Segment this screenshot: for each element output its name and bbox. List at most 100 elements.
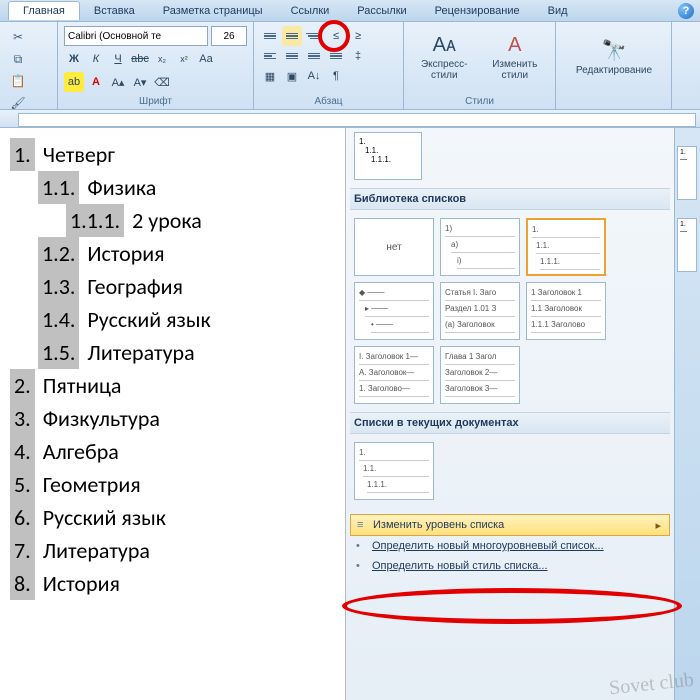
list-number: 1.: [10, 138, 35, 171]
document-pane[interactable]: 1.Четверг1.1.Физика1.1.1.2 урока1.2.Исто…: [0, 128, 345, 700]
font-size-select[interactable]: 26: [211, 26, 247, 46]
tab-home[interactable]: Главная: [8, 1, 80, 20]
right-scroll-strip[interactable]: 1.— 1.—: [674, 128, 700, 700]
ruler[interactable]: 1234567891011: [0, 110, 700, 128]
subscript-button[interactable]: x₂: [152, 49, 172, 69]
list-item[interactable]: 1.3.География: [38, 270, 335, 303]
list-text: Русский язык: [87, 303, 210, 336]
list-library-title: Библиотека списков: [350, 188, 670, 210]
clear-format-button[interactable]: ⌫: [152, 72, 172, 92]
list-number: 1.4.: [38, 303, 79, 336]
list-item[interactable]: 1.1.Физика: [38, 171, 335, 204]
superscript-button[interactable]: x²: [174, 49, 194, 69]
shading-button[interactable]: ▦: [260, 66, 280, 86]
current-list-preview[interactable]: 1. 1.1. 1.1.1.: [354, 132, 422, 180]
list-number: 3.: [10, 402, 35, 435]
list-tile-3[interactable]: 1. 1.1. 1.1.1.: [526, 218, 606, 276]
multilevel-list-button[interactable]: [304, 26, 324, 46]
change-case-button[interactable]: Aa: [196, 49, 216, 69]
tab-mail[interactable]: Рассылки: [343, 2, 420, 20]
editing-button[interactable]: 🔭 Редактирование: [562, 26, 666, 86]
workarea: 1.Четверг1.1.Физика1.1.1.2 урока1.2.Исто…: [0, 128, 700, 700]
bold-button[interactable]: Ж: [64, 49, 84, 69]
menu-define-new-style[interactable]: Определить новый стиль списка...: [350, 556, 670, 576]
underline-button[interactable]: Ч: [108, 49, 128, 69]
paste-icon[interactable]: 📋: [7, 71, 29, 91]
decrease-indent-button[interactable]: ≤: [326, 26, 346, 46]
change-styles-button[interactable]: A Изменить стили: [481, 26, 550, 86]
tab-review[interactable]: Рецензирование: [421, 2, 534, 20]
list-item[interactable]: 5.Геометрия: [10, 468, 335, 501]
show-marks-button[interactable]: ¶: [326, 66, 346, 86]
rightstrip-preview-1: 1.—: [677, 146, 697, 200]
help-icon[interactable]: ?: [678, 3, 694, 19]
list-number: 4.: [10, 435, 35, 468]
highlight-button[interactable]: ab: [64, 72, 84, 92]
list-item[interactable]: 1.Четверг: [10, 138, 335, 171]
gallery-menu: Изменить уровень списка Определить новый…: [350, 514, 670, 576]
list-number: 6.: [10, 501, 35, 534]
list-text: Пятница: [43, 369, 122, 402]
list-item[interactable]: 8.История: [10, 567, 335, 600]
tab-insert[interactable]: Вставка: [80, 2, 149, 20]
list-tile-current[interactable]: 1. 1.1. 1.1.1.: [354, 442, 434, 500]
list-tile-none[interactable]: нет: [354, 218, 434, 276]
list-item[interactable]: 2.Пятница: [10, 369, 335, 402]
list-tile-8[interactable]: Глава 1 Загол Заголовок 2— Заголовок 3—: [440, 346, 520, 404]
copy-icon[interactable]: ⧉: [7, 49, 29, 69]
list-number: 8.: [10, 567, 35, 600]
list-tile-5[interactable]: Статья I. Заго Раздел 1.01 З (a) Заголов…: [440, 282, 520, 340]
list-number: 5.: [10, 468, 35, 501]
tab-refs[interactable]: Ссылки: [277, 2, 344, 20]
list-tile-4[interactable]: ◆ ───▸ ───• ───: [354, 282, 434, 340]
sort-button[interactable]: A↓: [304, 66, 324, 86]
align-right-button[interactable]: [304, 46, 324, 66]
bullets-button[interactable]: [260, 26, 280, 46]
font-color-button[interactable]: A: [86, 72, 106, 92]
italic-button[interactable]: К: [86, 49, 106, 69]
list-item[interactable]: 6.Русский язык: [10, 501, 335, 534]
menu-change-list-level[interactable]: Изменить уровень списка: [350, 514, 670, 536]
paragraph-group: ≤ ≥ ‡ ▦ ▣ A↓ ¶ Абзац: [254, 22, 404, 109]
list-text: Геометрия: [43, 468, 141, 501]
annotation-oval-change-level: [342, 588, 682, 624]
list-item[interactable]: 4.Алгебра: [10, 435, 335, 468]
strike-button[interactable]: abc: [130, 49, 150, 69]
tab-view[interactable]: Вид: [534, 2, 582, 20]
list-number: 1.5.: [38, 336, 79, 369]
find-icon: 🔭: [602, 37, 627, 65]
list-text: Четверг: [43, 138, 115, 171]
change-styles-icon: A: [508, 31, 521, 59]
list-number: 1.1.: [38, 171, 79, 204]
current-docs-title: Списки в текущих документах: [350, 412, 670, 434]
list-item[interactable]: 1.4.Русский язык: [38, 303, 335, 336]
list-item[interactable]: 1.2.История: [38, 237, 335, 270]
increase-indent-button[interactable]: ≥: [348, 26, 368, 46]
list-item[interactable]: 1.5.Литература: [38, 336, 335, 369]
list-tile-7[interactable]: I. Заголовок 1— A. Заголовок— 1. Заголов…: [354, 346, 434, 404]
list-text: Физика: [87, 171, 156, 204]
list-number: 1.2.: [38, 237, 79, 270]
quick-styles-button[interactable]: Aᴀ Экспресс-стили: [410, 26, 479, 86]
menu-define-new-list[interactable]: Определить новый многоуровневый список..…: [350, 536, 670, 556]
font-name-select[interactable]: Calibri (Основной те: [64, 26, 208, 46]
list-item[interactable]: 1.1.1.2 урока: [66, 204, 335, 237]
editing-group-label: [562, 94, 665, 107]
list-text: Физкультура: [43, 402, 160, 435]
list-tile-2[interactable]: 1) a) i): [440, 218, 520, 276]
cut-icon[interactable]: ✂: [7, 27, 29, 47]
grow-font-button[interactable]: A▴: [108, 72, 128, 92]
align-left-button[interactable]: [260, 46, 280, 66]
list-number: 2.: [10, 369, 35, 402]
borders-button[interactable]: ▣: [282, 66, 302, 86]
line-spacing-button[interactable]: ‡: [348, 46, 368, 66]
list-number: 1.3.: [38, 270, 79, 303]
shrink-font-button[interactable]: A▾: [130, 72, 150, 92]
tab-layout[interactable]: Разметка страницы: [149, 2, 277, 20]
list-item[interactable]: 3.Физкультура: [10, 402, 335, 435]
list-tile-6[interactable]: 1 Заголовок 1 1.1 Заголовок 1.1.1 Заголо…: [526, 282, 606, 340]
list-item[interactable]: 7.Литература: [10, 534, 335, 567]
align-center-button[interactable]: [282, 46, 302, 66]
numbering-button[interactable]: [282, 26, 302, 46]
justify-button[interactable]: [326, 46, 346, 66]
